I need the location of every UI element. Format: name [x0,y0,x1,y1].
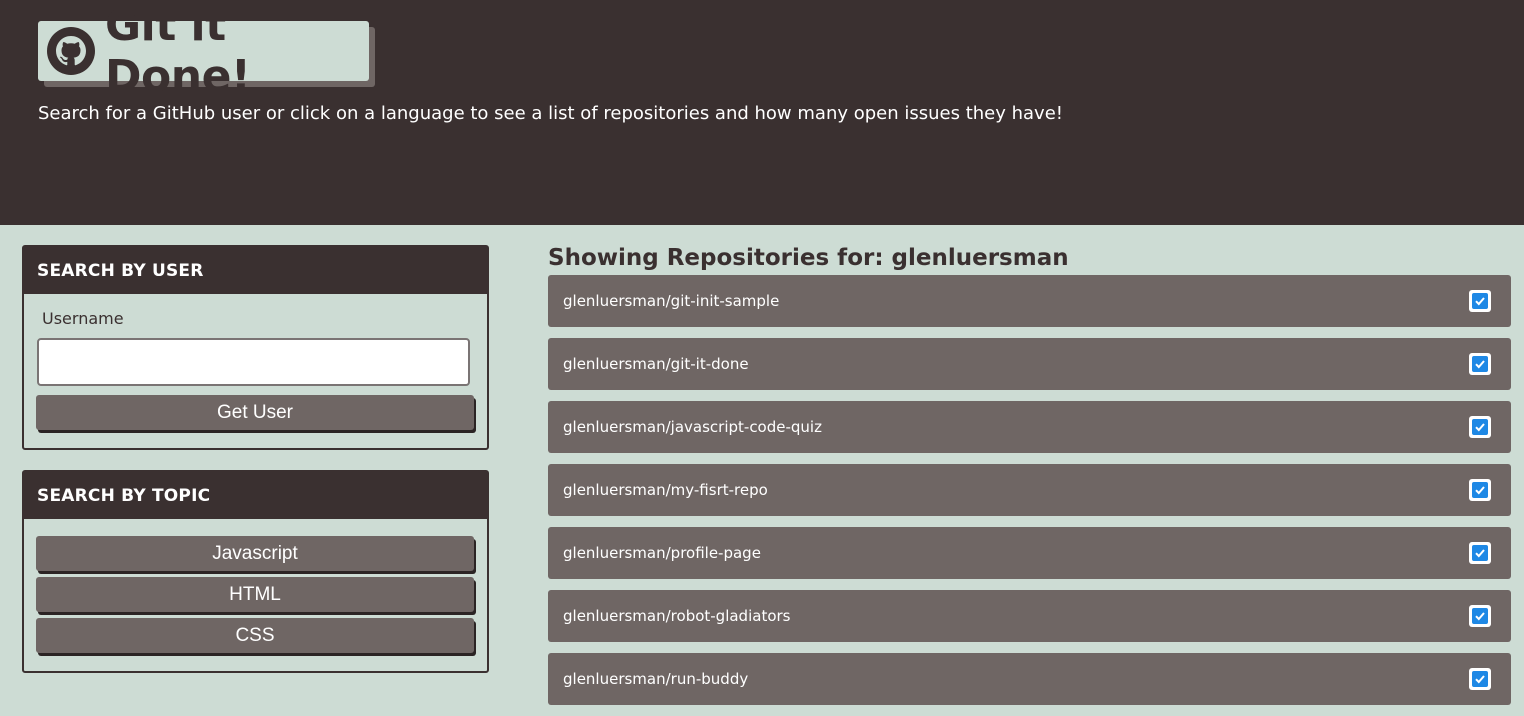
topic-button-javascript[interactable]: Javascript [36,536,474,571]
repo-list-item[interactable]: glenluersman/run-buddy [548,653,1511,705]
checkbox-checked-icon [1469,290,1491,312]
search-by-user-card: SEARCH BY USER Username Get User [22,245,489,450]
topic-button-css[interactable]: CSS [36,618,474,653]
repo-name: glenluersman/profile-page [563,544,761,562]
search-by-topic-heading: SEARCH BY TOPIC [24,472,487,519]
page-header: Git it Done! Search for a GitHub user or… [0,0,1524,225]
checkbox-checked-icon [1469,416,1491,438]
logo-badge: Git it Done! [38,0,369,102]
search-by-topic-card: SEARCH BY TOPIC Javascript HTML CSS [22,470,489,673]
repo-results-heading: Showing Repositories for: glenluersman [548,245,1069,271]
repo-name: glenluersman/git-init-sample [563,292,780,310]
topic-button-html[interactable]: HTML [36,577,474,612]
checkbox-checked-icon [1469,353,1491,375]
repo-list-item[interactable]: glenluersman/my-fisrt-repo [548,464,1511,516]
repo-name: glenluersman/git-it-done [563,355,749,373]
username-label: Username [42,309,124,328]
search-by-user-heading: SEARCH BY USER [24,247,487,294]
repo-list: glenluersman/git-init-sample glenluersma… [548,275,1511,716]
github-icon [47,27,95,75]
repo-list-item[interactable]: glenluersman/git-init-sample [548,275,1511,327]
checkbox-checked-icon [1469,668,1491,690]
checkbox-checked-icon [1469,605,1491,627]
repo-name: glenluersman/javascript-code-quiz [563,418,822,436]
page-subtitle: Search for a GitHub user or click on a l… [38,103,1063,124]
username-input[interactable] [37,338,470,386]
repo-list-item[interactable]: glenluersman/git-it-done [548,338,1511,390]
repo-name: glenluersman/run-buddy [563,670,749,688]
checkbox-checked-icon [1469,542,1491,564]
repo-list-item[interactable]: glenluersman/javascript-code-quiz [548,401,1511,453]
repo-list-item[interactable]: glenluersman/profile-page [548,527,1511,579]
get-user-button[interactable]: Get User [36,395,474,430]
repo-list-item[interactable]: glenluersman/robot-gladiators [548,590,1511,642]
repo-name: glenluersman/robot-gladiators [563,607,791,625]
app-title: Git it Done! [105,0,251,102]
repo-name: glenluersman/my-fisrt-repo [563,481,768,499]
checkbox-checked-icon [1469,479,1491,501]
